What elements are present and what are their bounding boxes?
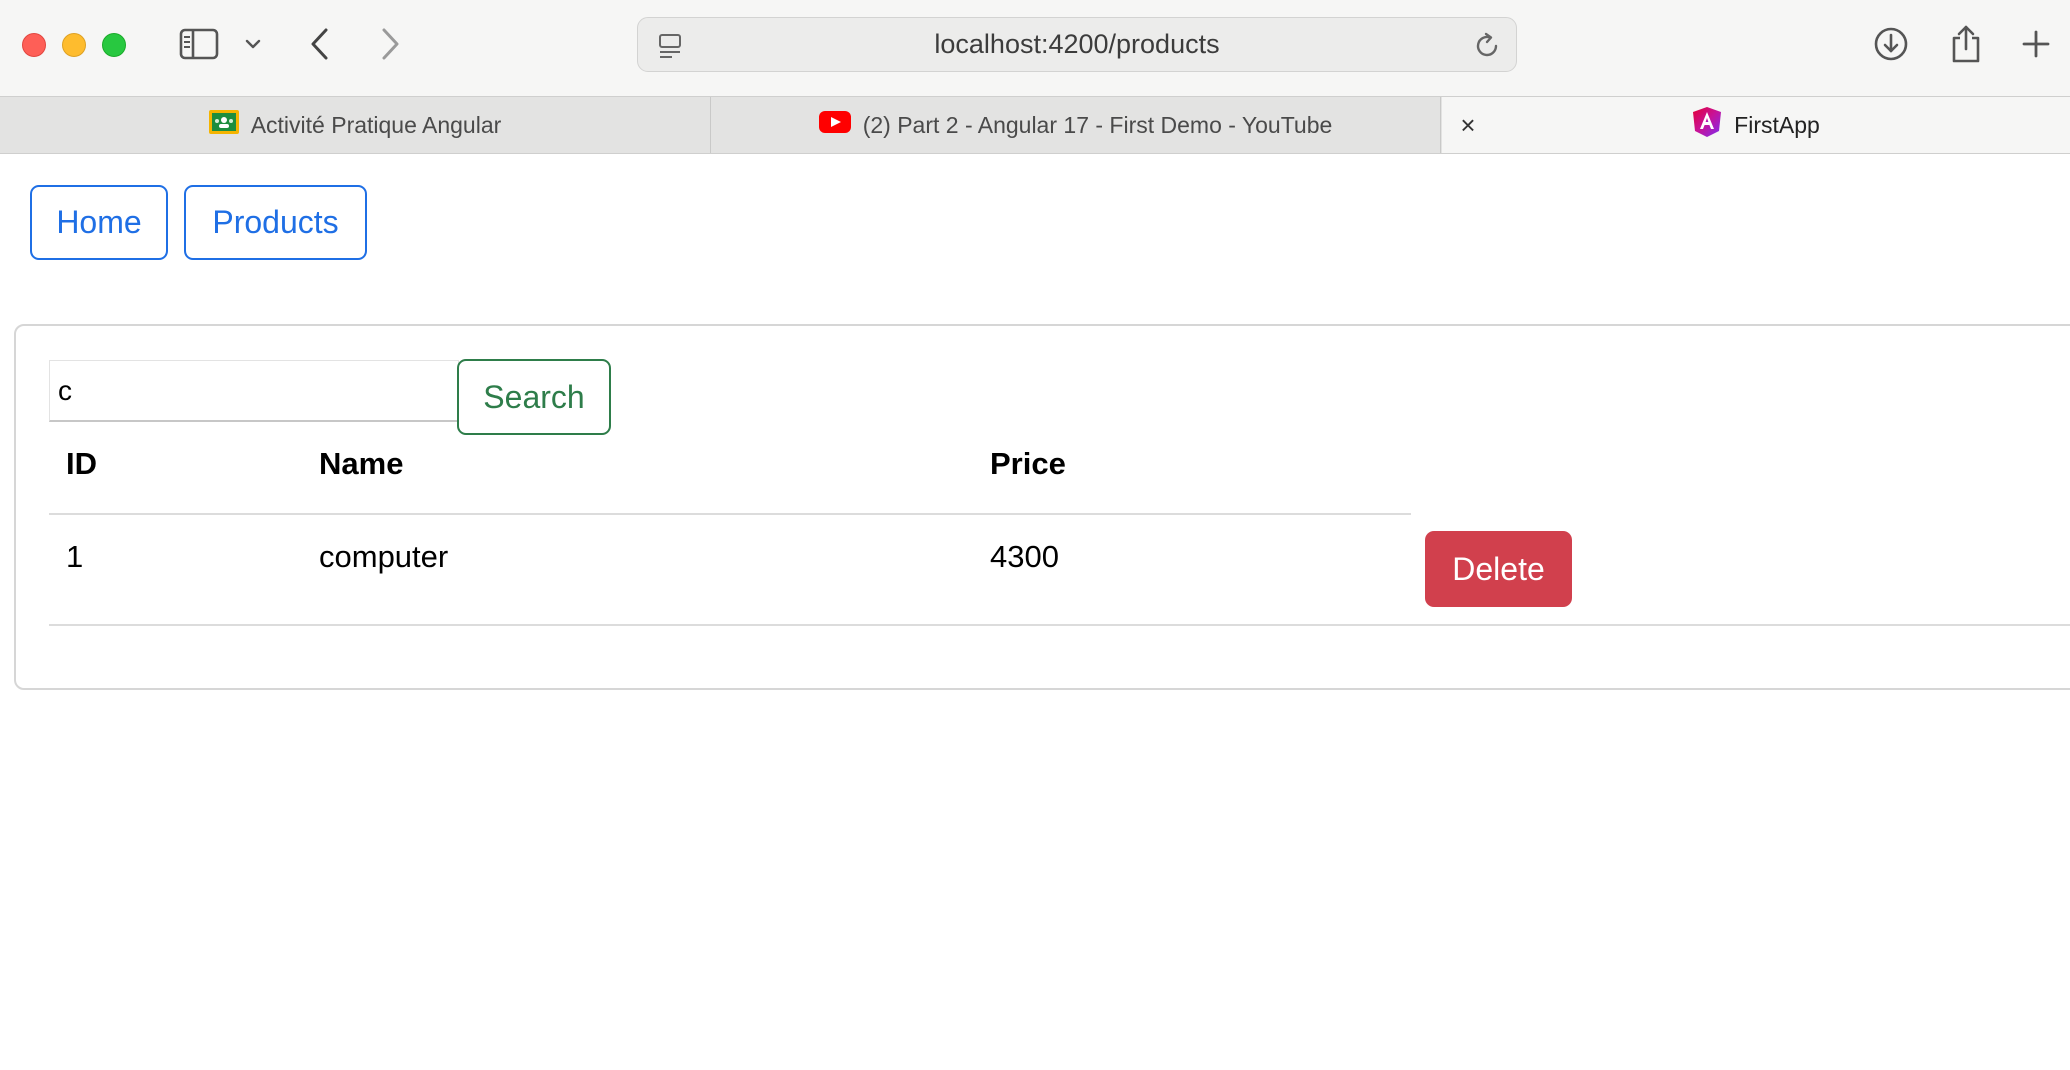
downloads-button[interactable] <box>1869 20 1913 68</box>
cell-id: 1 <box>66 539 84 574</box>
tab-youtube[interactable]: (2) Part 2 - Angular 17 - First Demo - Y… <box>711 97 1441 153</box>
zoom-window-button[interactable] <box>102 33 126 57</box>
minimize-window-button[interactable] <box>62 33 86 57</box>
column-header-name: Name <box>319 446 404 481</box>
tab-strip: Activité Pratique Angular (2) Part 2 - A… <box>0 96 2070 154</box>
column-header-id: ID <box>66 446 97 481</box>
close-tab-icon[interactable]: × <box>1454 110 1482 140</box>
column-header-price: Price <box>990 446 1066 481</box>
tab-activite-pratique[interactable]: Activité Pratique Angular <box>0 97 711 153</box>
url-text: localhost:4200/products <box>934 29 1220 59</box>
plus-icon <box>2022 30 2050 58</box>
close-window-button[interactable] <box>22 33 46 57</box>
back-button[interactable] <box>300 20 340 68</box>
products-button[interactable]: Products <box>184 185 367 260</box>
download-icon <box>1874 27 1908 61</box>
chevron-right-icon <box>382 28 399 60</box>
row-divider <box>49 624 2070 626</box>
search-button[interactable]: Search <box>457 359 611 435</box>
cell-name: computer <box>319 539 449 574</box>
chevron-down-icon <box>245 39 261 49</box>
address-bar[interactable]: localhost:4200/products <box>637 17 1517 72</box>
new-tab-button[interactable] <box>2016 20 2056 68</box>
cell-price: 4300 <box>990 539 1059 574</box>
search-input[interactable] <box>49 360 459 422</box>
tab-title: FirstApp <box>1734 111 1820 138</box>
reload-icon[interactable] <box>1472 31 1502 66</box>
products-card: Search ID Name Price 1 computer 4300 Del… <box>14 324 2070 690</box>
browser-toolbar: localhost:4200/products <box>0 0 2070 96</box>
tab-title: (2) Part 2 - Angular 17 - First Demo - Y… <box>862 111 1333 138</box>
sidebar-icon <box>179 28 219 60</box>
share-button[interactable] <box>1944 20 1988 68</box>
sidebar-toggle-button[interactable] <box>174 20 224 68</box>
share-icon <box>1952 25 1980 63</box>
google-classroom-icon <box>208 110 239 140</box>
youtube-icon <box>818 111 851 139</box>
angular-icon <box>1692 106 1722 144</box>
chevron-left-icon <box>311 28 328 60</box>
tab-firstapp[interactable]: × FirstApp <box>1442 97 2070 153</box>
home-button[interactable]: Home <box>30 185 168 260</box>
forward-button[interactable] <box>370 20 410 68</box>
tab-group-menu-button[interactable] <box>238 20 268 68</box>
tab-title: Activité Pratique Angular <box>250 111 502 138</box>
header-divider <box>49 513 1411 515</box>
delete-button[interactable]: Delete <box>1425 531 1572 607</box>
page-content: Home Products Search ID Name Price 1 com… <box>0 155 2070 1070</box>
